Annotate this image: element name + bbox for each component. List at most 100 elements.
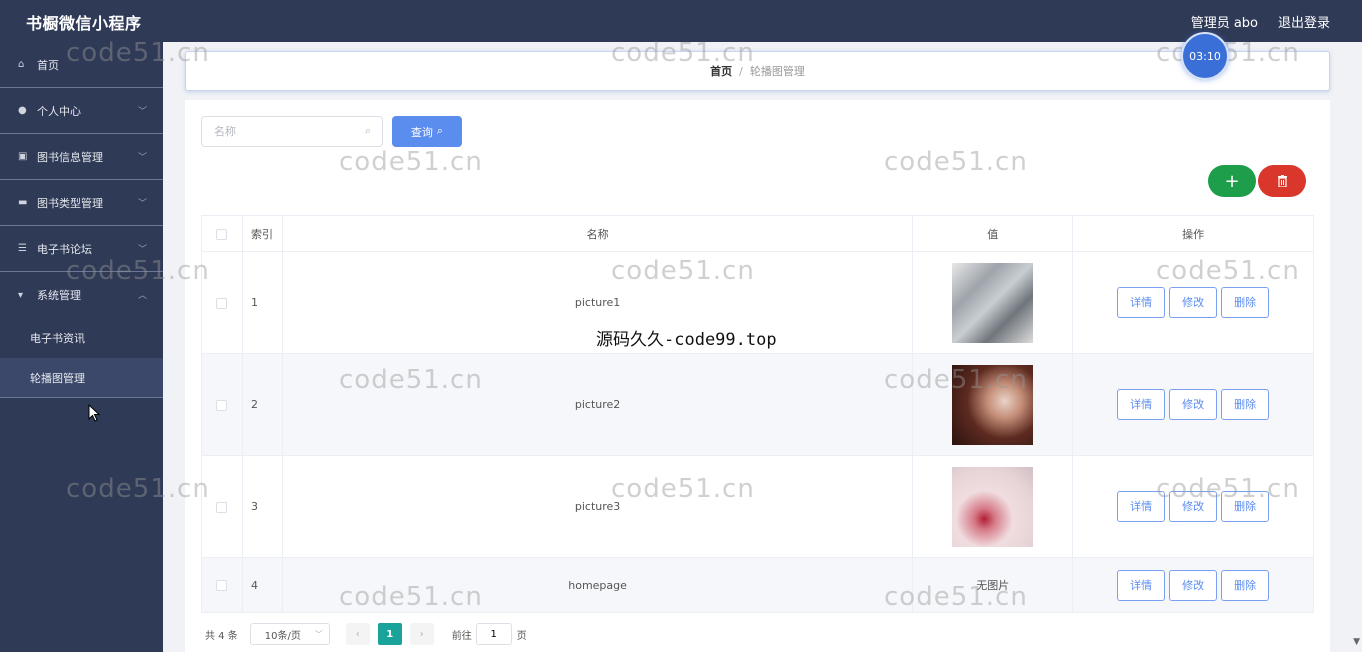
select-all-checkbox[interactable] bbox=[216, 228, 228, 240]
row-index: 4 bbox=[241, 557, 283, 613]
row-checkbox[interactable] bbox=[216, 501, 228, 513]
scroll-down-icon[interactable]: ▼ bbox=[1353, 637, 1360, 647]
detail-button[interactable]: 详情 bbox=[1117, 491, 1166, 522]
search-icon: ⌕ bbox=[365, 124, 372, 137]
header-value: 值 bbox=[912, 215, 1074, 252]
delete-button[interactable]: 删除 bbox=[1221, 389, 1270, 420]
detail-button[interactable]: 详情 bbox=[1117, 569, 1166, 601]
search-icon: ⌕ bbox=[436, 125, 444, 137]
row-value bbox=[912, 251, 1074, 354]
search-input[interactable] bbox=[201, 116, 383, 147]
sidebar-subitem-label: 电子书资讯 bbox=[30, 332, 85, 345]
row-select-cell bbox=[201, 455, 243, 558]
delete-button[interactable]: 删除 bbox=[1221, 491, 1270, 522]
sidebar-item-system[interactable]: ▾ 系统管理 ︿ bbox=[0, 272, 163, 318]
sidebar-item-book-type[interactable]: ▬ 图书类型管理 ﹀ bbox=[0, 180, 163, 226]
breadcrumb-current: 轮播图管理 bbox=[749, 65, 805, 78]
sidebar-item-label: 电子书论坛 bbox=[37, 242, 92, 256]
row-checkbox[interactable] bbox=[216, 580, 228, 591]
sidebar-item-label: 个人中心 bbox=[37, 104, 81, 118]
sidebar-item-book-info[interactable]: ▣ 图书信息管理 ﹀ bbox=[0, 134, 163, 180]
pagination-total: 共 4 条 bbox=[205, 630, 238, 642]
chevron-left-icon: ‹ bbox=[355, 628, 360, 640]
detail-button[interactable]: 详情 bbox=[1117, 389, 1166, 420]
delete-button[interactable]: 删除 bbox=[1221, 569, 1270, 601]
table-row: 2 picture2 详情 修改 删除 bbox=[201, 353, 1314, 456]
row-name: picture1 bbox=[281, 251, 914, 354]
row-index: 1 bbox=[241, 251, 283, 354]
row-select-cell bbox=[201, 251, 243, 354]
mouse-cursor-icon bbox=[88, 404, 100, 422]
delete-button[interactable]: 删除 bbox=[1221, 287, 1270, 318]
add-button[interactable]: + bbox=[1208, 165, 1256, 197]
chevron-up-icon: ︿ bbox=[137, 291, 147, 301]
page-size-select[interactable]: 10条/页 ﹀ bbox=[249, 623, 330, 645]
carousel-image bbox=[952, 364, 1034, 445]
select-all-cell bbox=[201, 215, 243, 252]
row-select-cell bbox=[201, 557, 243, 613]
row-value bbox=[912, 353, 1074, 456]
table-row: 3 picture3 详情 修改 删除 bbox=[201, 455, 1314, 558]
logout-link[interactable]: 退出登录 bbox=[1278, 12, 1330, 31]
breadcrumb-home[interactable]: 首页 bbox=[710, 63, 732, 79]
sidebar-item-home[interactable]: ⌂ 首页 bbox=[0, 42, 163, 88]
row-name: picture3 bbox=[281, 455, 914, 558]
edit-button[interactable]: 修改 bbox=[1169, 287, 1218, 318]
header-name: 名称 bbox=[281, 215, 914, 252]
row-select-cell bbox=[201, 353, 243, 456]
prev-page-button[interactable]: ‹ bbox=[345, 623, 370, 645]
recording-timer: 03:10 bbox=[1181, 32, 1229, 80]
edit-button[interactable]: 修改 bbox=[1169, 389, 1218, 420]
app-title: 书橱微信小程序 bbox=[26, 14, 142, 33]
row-checkbox[interactable] bbox=[216, 297, 228, 309]
forum-icon: ☰ bbox=[18, 243, 27, 254]
table-row: 4 homepage 无图片 详情 修改 删除 bbox=[201, 557, 1314, 613]
carousel-table: 索引 名称 值 操作 1 picture1 详情 修改 删除 2 picture2 … bbox=[201, 215, 1314, 613]
trash-icon bbox=[1277, 175, 1287, 187]
sidebar-item-label: 图书类型管理 bbox=[37, 196, 103, 210]
detail-button[interactable]: 详情 bbox=[1117, 287, 1166, 318]
current-page-button[interactable]: 1 bbox=[377, 623, 402, 645]
sidebar-item-label: 首页 bbox=[37, 58, 59, 72]
edit-button[interactable]: 修改 bbox=[1169, 491, 1218, 522]
row-index: 2 bbox=[241, 353, 283, 456]
next-page-button[interactable]: › bbox=[409, 623, 434, 645]
row-value: 无图片 bbox=[912, 557, 1074, 613]
home-icon: ⌂ bbox=[18, 59, 25, 70]
page-size-value: 10条/页 bbox=[264, 630, 301, 642]
row-ops: 详情 修改 删除 bbox=[1072, 455, 1314, 558]
page-unit-label: 页 bbox=[516, 630, 527, 642]
chevron-down-icon: ﹀ bbox=[137, 199, 147, 209]
goto-label: 前往 bbox=[451, 630, 472, 642]
row-ops: 详情 修改 删除 bbox=[1072, 557, 1314, 613]
table-row: 1 picture1 详情 修改 删除 bbox=[201, 251, 1314, 354]
chevron-down-icon: ﹀ bbox=[137, 153, 147, 163]
system-icon: ▾ bbox=[18, 289, 24, 301]
sidebar-subitem-news[interactable]: 电子书资讯 bbox=[0, 318, 163, 358]
carousel-image bbox=[952, 466, 1034, 547]
sidebar-item-profile[interactable]: ● 个人中心 ﹀ bbox=[0, 88, 163, 134]
sidebar: ⌂ 首页 ● 个人中心 ﹀ ▣ 图书信息管理 ﹀ ▬ 图书类型管理 ﹀ ☰ 电子… bbox=[0, 42, 163, 652]
chevron-right-icon: › bbox=[419, 628, 424, 640]
pagination: 共 4 条 10条/页 ﹀ ‹ 1 › 前往 页 bbox=[205, 622, 527, 646]
sidebar-subitem-label: 轮播图管理 bbox=[30, 371, 85, 385]
admin-label: 管理员 abo bbox=[1190, 16, 1258, 31]
edit-button[interactable]: 修改 bbox=[1169, 569, 1218, 601]
chevron-down-icon: ﹀ bbox=[137, 245, 147, 255]
header-index: 索引 bbox=[241, 215, 283, 252]
sidebar-item-label: 系统管理 bbox=[37, 289, 81, 302]
query-button[interactable]: 查询 ⌕ bbox=[392, 116, 462, 147]
row-ops: 详情 修改 删除 bbox=[1072, 353, 1314, 456]
chevron-down-icon: ﹀ bbox=[314, 630, 323, 639]
row-checkbox[interactable] bbox=[216, 399, 228, 411]
row-name: homepage bbox=[281, 557, 914, 613]
top-bar: 书橱微信小程序 管理员 abo 退出登录 bbox=[0, 0, 1362, 42]
sidebar-subitem-carousel[interactable]: 轮播图管理 bbox=[0, 358, 163, 398]
sidebar-item-forum[interactable]: ☰ 电子书论坛 ﹀ bbox=[0, 226, 163, 272]
breadcrumb-separator: / bbox=[739, 64, 743, 78]
user-icon: ● bbox=[18, 105, 27, 116]
batch-delete-button[interactable] bbox=[1258, 165, 1306, 197]
table-header-row: 索引 名称 值 操作 bbox=[201, 215, 1314, 252]
row-index: 3 bbox=[241, 455, 283, 558]
goto-page-input[interactable] bbox=[475, 623, 512, 645]
